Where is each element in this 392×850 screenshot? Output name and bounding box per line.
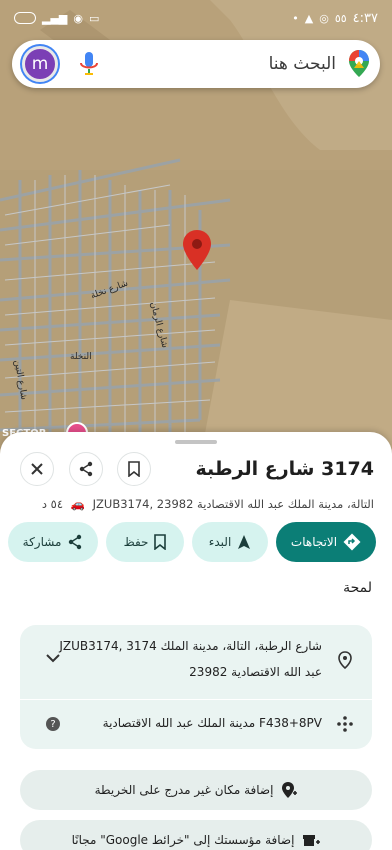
search-input[interactable]: البحث هنا bbox=[100, 54, 348, 74]
save-label: حفظ bbox=[123, 535, 149, 549]
bookmark-icon bbox=[128, 461, 140, 477]
status-bar: ▂▄▆ ◉ ▭ • ▲ ◎ ٥٥ ٤:٣٧ bbox=[0, 0, 392, 36]
location-outline-icon bbox=[338, 651, 352, 669]
address-line-1[interactable]: شارع الرطبة، التالة، مدينة الملك JZUB317… bbox=[59, 639, 322, 653]
start-button[interactable]: البدء bbox=[192, 522, 268, 562]
plus-code[interactable]: F438+8PV مدينة الملك عبد الله الاقتصادية bbox=[103, 716, 322, 730]
card-divider bbox=[20, 699, 372, 700]
avatar[interactable]: m bbox=[22, 46, 58, 82]
share-action-button[interactable]: مشاركة bbox=[8, 522, 98, 562]
bookmark-outline-icon bbox=[154, 534, 167, 550]
street-label-4: النخلة bbox=[70, 352, 92, 362]
close-icon bbox=[31, 463, 43, 475]
save-button[interactable]: حفظ bbox=[106, 522, 184, 562]
signal-icon: ▂▄▆ bbox=[42, 11, 68, 25]
place-subtitle: التالة، مدينة الملك عبد الله الاقتصادية … bbox=[8, 497, 374, 511]
bookmark-button[interactable] bbox=[117, 452, 151, 486]
close-button[interactable] bbox=[20, 452, 54, 486]
start-label: البدء bbox=[208, 535, 232, 549]
navigation-arrow-icon bbox=[238, 535, 251, 549]
details-card: شارع الرطبة، التالة، مدينة الملك JZUB317… bbox=[20, 625, 372, 749]
maps-logo-icon bbox=[349, 50, 369, 77]
sheet-drag-handle[interactable] bbox=[175, 440, 217, 444]
mic-icon[interactable] bbox=[78, 51, 100, 77]
share-label: مشاركة bbox=[22, 535, 62, 549]
directions-button[interactable]: الاتجاهات bbox=[276, 522, 376, 562]
share-button[interactable] bbox=[69, 452, 103, 486]
dnd-icon: ◎ bbox=[319, 11, 329, 25]
notification-dot-icon: • bbox=[292, 11, 299, 25]
drive-time: ٥٤ د bbox=[41, 497, 64, 511]
chevron-down-icon[interactable] bbox=[46, 653, 60, 663]
alert-icon: ▲ bbox=[304, 11, 314, 25]
overview-tab[interactable]: لمحة bbox=[343, 580, 372, 596]
search-bar[interactable]: m البحث هنا bbox=[12, 40, 380, 88]
add-business-button[interactable]: إضافة مؤسستك إلى "خرائط Google" مجانًا bbox=[20, 820, 372, 850]
place-address-summary: التالة، مدينة الملك عبد الله الاقتصادية … bbox=[92, 497, 374, 511]
place-title: 3174 شارع الرطبة bbox=[195, 458, 375, 480]
directions-label: الاتجاهات bbox=[290, 535, 338, 549]
help-icon[interactable]: ? bbox=[46, 717, 60, 731]
location-pin-icon[interactable] bbox=[182, 230, 212, 272]
status-badge: ٥٥ bbox=[334, 11, 347, 25]
toggle-indicator-icon bbox=[14, 12, 36, 24]
place-header: 3174 شارع الرطبة bbox=[0, 452, 392, 492]
directions-icon bbox=[343, 533, 361, 551]
add-location-icon bbox=[282, 782, 298, 798]
add-missing-place-label: إضافة مكان غير مدرج على الخريطة bbox=[94, 783, 274, 797]
share-icon bbox=[79, 461, 93, 477]
cast-icon: ▭ bbox=[89, 11, 100, 25]
action-buttons: الاتجاهات البدء حفظ مشاركة bbox=[0, 522, 392, 562]
address-line-2[interactable]: عبد الله الاقتصادية 23982 bbox=[189, 665, 322, 679]
add-business-label: إضافة مؤسستك إلى "خرائط Google" مجانًا bbox=[71, 833, 295, 847]
car-icon: 🚗 bbox=[70, 497, 85, 511]
share-icon bbox=[69, 534, 82, 550]
wifi-icon: ◉ bbox=[73, 11, 83, 25]
status-right: • ▲ ◎ ٥٥ ٤:٣٧ bbox=[292, 11, 378, 26]
add-missing-place-button[interactable]: إضافة مكان غير مدرج على الخريطة bbox=[20, 770, 372, 810]
add-business-icon bbox=[303, 835, 321, 846]
plus-code-icon bbox=[337, 716, 353, 732]
status-left: ▂▄▆ ◉ ▭ bbox=[14, 12, 99, 25]
clock: ٤:٣٧ bbox=[352, 10, 378, 26]
